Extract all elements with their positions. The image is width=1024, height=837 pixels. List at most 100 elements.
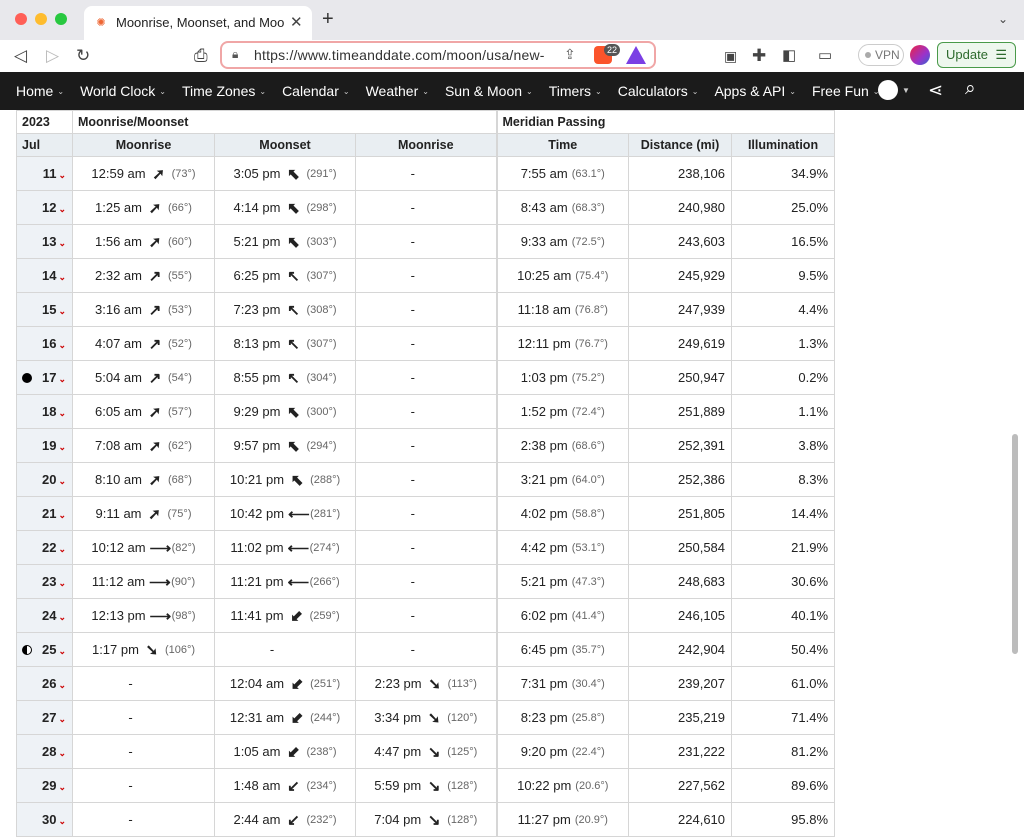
bookmark-icon[interactable]: ⎙: [194, 45, 208, 67]
distance-cell: 227,562: [628, 768, 733, 803]
nav-item[interactable]: Time Zones ⌄: [182, 83, 266, 99]
day-cell[interactable]: 16 ⌄: [16, 326, 73, 361]
search-icon[interactable]: ⌕: [965, 78, 976, 100]
nav-item[interactable]: Timers ⌄: [549, 83, 602, 99]
close-tab-icon[interactable]: ✕: [290, 13, 303, 31]
meridian-time: 8:23 pm: [520, 710, 568, 725]
chevron-down-icon[interactable]: ⌄: [58, 272, 66, 282]
puzzle-icon[interactable]: ✚: [752, 45, 766, 67]
day-cell[interactable]: 25 ⌄: [16, 632, 73, 667]
new-tab-icon[interactable]: +: [322, 8, 334, 31]
day-number: 30: [41, 812, 57, 827]
chevron-down-icon[interactable]: ▼: [902, 86, 910, 95]
nav-item[interactable]: World Clock ⌄: [80, 83, 166, 99]
day-cell[interactable]: 26 ⌄: [16, 666, 73, 701]
day-cell[interactable]: 23 ⌄: [16, 564, 73, 599]
day-cell[interactable]: 18 ⌄: [16, 394, 73, 429]
nav-item[interactable]: Free Fun ⌄: [812, 83, 880, 99]
day-cell[interactable]: 22 ⌄: [16, 530, 73, 565]
chevron-down-icon[interactable]: ⌄: [58, 306, 66, 316]
meridian-altitude: (30.4°): [571, 677, 605, 690]
meridian-cell: 1:52 pm (72.4°): [495, 394, 630, 429]
minimize-window-button[interactable]: [35, 13, 47, 25]
close-window-button[interactable]: [15, 13, 27, 25]
moonset-cell: 11:02 pm ⟵ (274°): [214, 530, 356, 565]
moonset-cell-time: 12:04 am: [229, 676, 285, 691]
chevron-down-icon[interactable]: ⌄: [58, 374, 66, 384]
chevron-down-icon[interactable]: ⌄: [58, 646, 66, 656]
chevron-down-icon[interactable]: ⌄: [58, 714, 66, 724]
day-cell[interactable]: 24 ⌄: [16, 598, 73, 633]
moonrise-cell-time: -: [128, 812, 133, 827]
day-cell[interactable]: 17 ⌄: [16, 360, 73, 395]
moonrise2-cell: 3:34 pm ➘ (120°): [354, 700, 498, 735]
account-icon[interactable]: [878, 80, 898, 100]
day-number: 21: [41, 506, 57, 521]
chevron-down-icon[interactable]: ⌄: [58, 340, 66, 350]
chevron-down-icon[interactable]: ⌄: [58, 170, 66, 180]
chevron-down-icon[interactable]: ⌄: [58, 238, 66, 248]
day-cell[interactable]: 21 ⌄: [16, 496, 73, 531]
chevron-down-icon[interactable]: ⌄: [58, 782, 66, 792]
day-cell[interactable]: 15 ⌄: [16, 292, 73, 327]
chevron-down-icon[interactable]: ⌄: [58, 578, 66, 588]
direction-arrow-icon: ➚: [152, 165, 165, 183]
nav-item[interactable]: Apps & API ⌄: [714, 83, 796, 99]
nav-item[interactable]: Weather ⌄: [366, 83, 429, 99]
nav-item[interactable]: Home ⌄: [16, 83, 64, 99]
update-button[interactable]: Update ☰: [937, 42, 1016, 68]
meridian-altitude: (35.7°): [571, 643, 605, 656]
lock-icon[interactable]: 🔒︎: [232, 47, 238, 62]
vpn-button[interactable]: VPN: [858, 44, 904, 66]
chevron-down-icon[interactable]: ⌄: [58, 476, 66, 486]
day-cell[interactable]: 11 ⌄: [16, 156, 73, 191]
forward-icon[interactable]: ▷: [46, 45, 59, 67]
day-cell[interactable]: 30 ⌄: [16, 802, 73, 837]
nav-item[interactable]: Calendar ⌄: [282, 83, 350, 99]
moonrise2-cell: -: [354, 394, 498, 429]
chevron-down-icon[interactable]: ⌄: [58, 680, 66, 690]
meridian-cell: 2:38 pm (68.6°): [495, 428, 630, 463]
share-icon[interactable]: ⋖: [928, 80, 943, 101]
day-cell[interactable]: 28 ⌄: [16, 734, 73, 769]
sidebar-icon[interactable]: ◧: [782, 45, 796, 67]
chevron-down-icon: ⌄: [159, 86, 166, 96]
chevron-down-icon[interactable]: ⌄: [58, 204, 66, 214]
nav-item[interactable]: Calculators ⌄: [618, 83, 699, 99]
moonrise-cell-time: 1:25 am: [95, 200, 142, 215]
chevron-down-icon[interactable]: ⌄: [58, 816, 66, 826]
reload-icon[interactable]: ↻: [76, 45, 90, 67]
day-cell[interactable]: 27 ⌄: [16, 700, 73, 735]
chevron-down-icon[interactable]: ⌄: [58, 544, 66, 554]
wallet-icon[interactable]: ▭: [818, 45, 832, 67]
chevron-down-icon[interactable]: ⌄: [58, 510, 66, 520]
chevron-down-icon[interactable]: ⌄: [998, 12, 1008, 26]
extension-icon[interactable]: ▣: [724, 45, 737, 67]
active-tab[interactable]: ✺ Moonrise, Moonset, and Moon P ✕: [84, 6, 312, 40]
day-cell[interactable]: 14 ⌄: [16, 258, 73, 293]
vpn-status-icon: [865, 52, 871, 58]
profile-avatar[interactable]: [910, 45, 930, 65]
day-cell[interactable]: 13 ⌄: [16, 224, 73, 259]
day-number: 25: [41, 642, 57, 657]
day-cell[interactable]: 12 ⌄: [16, 190, 73, 225]
year-header: 2023: [16, 110, 73, 134]
share-icon[interactable]: ⇪: [564, 46, 576, 63]
nav-item[interactable]: Sun & Moon ⌄: [445, 83, 533, 99]
maximize-window-button[interactable]: [55, 13, 67, 25]
page-scrollbar[interactable]: [1012, 434, 1018, 654]
back-icon[interactable]: ◁: [14, 45, 27, 67]
day-cell[interactable]: 29 ⌄: [16, 768, 73, 803]
chevron-down-icon[interactable]: ⌄: [58, 408, 66, 418]
url-text[interactable]: https://www.timeanddate.com/moon/usa/new…: [254, 47, 544, 63]
chevron-down-icon[interactable]: ⌄: [58, 612, 66, 622]
day-cell[interactable]: 19 ⌄: [16, 428, 73, 463]
brave-rewards-icon[interactable]: [626, 46, 646, 64]
moonset-cell: 1:48 am ↙ (234°): [214, 768, 356, 803]
meridian-altitude: (64.0°): [571, 473, 605, 486]
chevron-down-icon[interactable]: ⌄: [58, 748, 66, 758]
address-bar[interactable]: 🔒︎ https://www.timeanddate.com/moon/usa/…: [220, 41, 656, 69]
moonset-cell: 11:41 pm ⬋ (259°): [214, 598, 356, 633]
day-cell[interactable]: 20 ⌄: [16, 462, 73, 497]
chevron-down-icon[interactable]: ⌄: [58, 442, 66, 452]
